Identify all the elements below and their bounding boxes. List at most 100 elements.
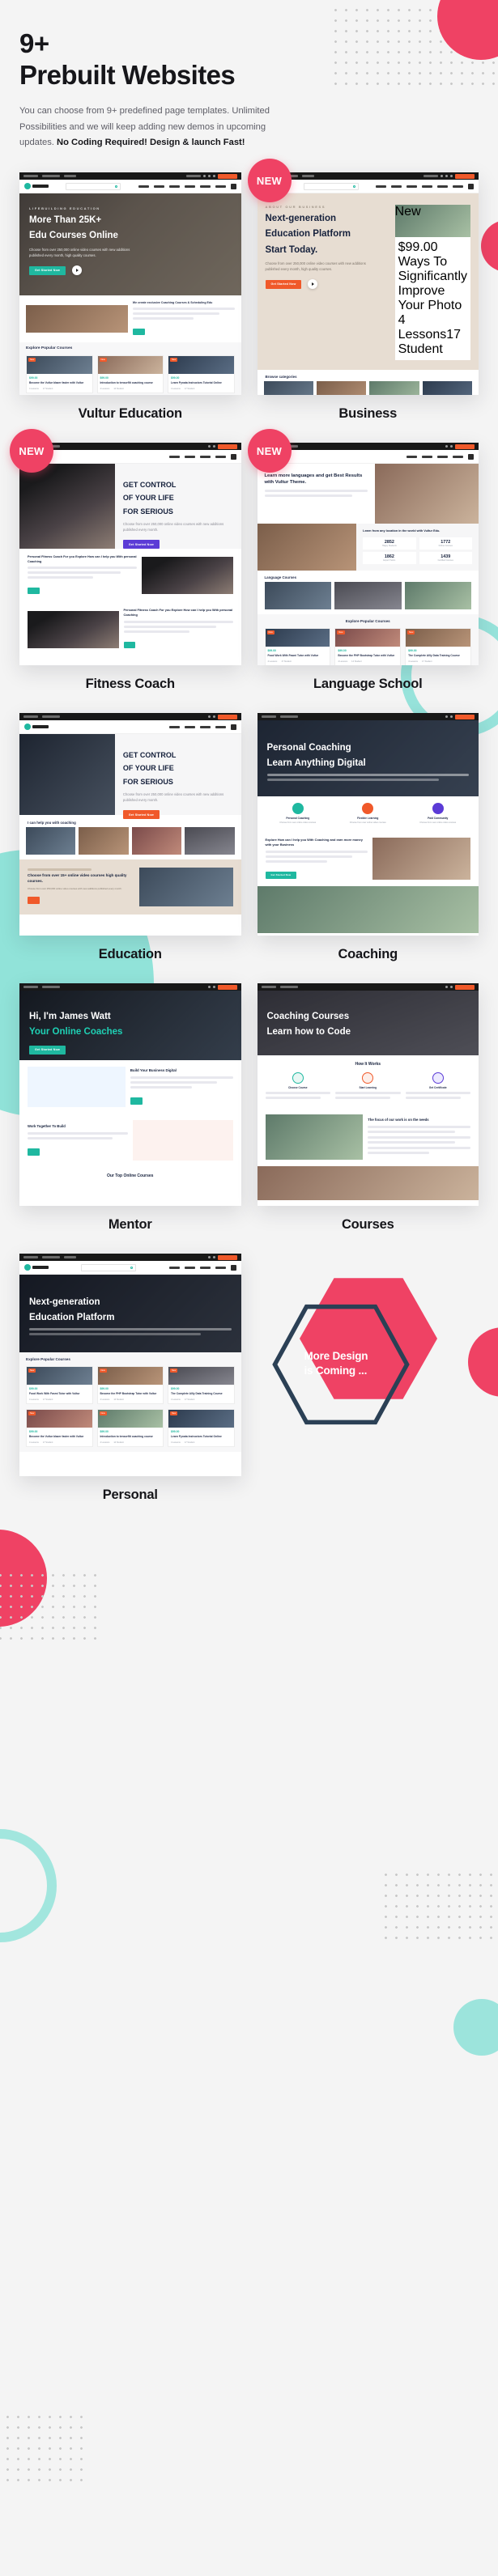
site-search-input[interactable] xyxy=(81,1263,137,1271)
hero-subtitle: Choose from over 250,000 online video co… xyxy=(122,791,224,802)
band-title: Explore How can I help you With Coaching… xyxy=(265,838,363,847)
band-cta-button[interactable]: Get Started Now xyxy=(265,871,297,879)
site-nav xyxy=(19,1261,241,1275)
course-card[interactable]: New $99.00 The Complete Allly Data Train… xyxy=(168,1366,235,1404)
coming-soon-cell: More Design is Coming ... xyxy=(258,1254,479,1503)
course-lessons: 4 Lessons xyxy=(267,660,278,663)
course-title: Become the PHP Bootstrap Tutor with Vult… xyxy=(100,1392,157,1396)
play-icon[interactable] xyxy=(71,265,82,276)
demo-preview[interactable]: Personal Coaching Learn Anything Digital… xyxy=(257,713,479,936)
coaching-image[interactable] xyxy=(26,827,76,855)
section-title: Explore Popular Courses xyxy=(26,1357,70,1362)
course-card[interactable]: New $99.00 Become the PHP Bootstrap Tuto… xyxy=(96,1366,164,1404)
course-title: Food Work With Fasmi Tutor with Vultur xyxy=(29,1392,80,1396)
hero-title-line2: Education Platform xyxy=(29,1313,115,1323)
course-students: 14 Student xyxy=(113,1398,124,1401)
cart-icon xyxy=(230,183,236,189)
coming-soon-text: More Design is Coming ... xyxy=(304,1349,418,1378)
course-lessons: 4 Lessons xyxy=(29,1398,39,1401)
coaching-image[interactable] xyxy=(79,827,129,855)
language-image[interactable] xyxy=(264,582,331,610)
description-highlight: No Coding Required! Design & launch Fast… xyxy=(57,138,245,148)
demo-preview[interactable]: GET CONTROL OF YOUR LIFE FOR SERIOUS Cho… xyxy=(19,443,241,666)
hero-cta-button[interactable]: Get Started Now xyxy=(29,265,66,275)
course-card[interactable]: New $99.00 Learn Pynata Instructors Tuto… xyxy=(168,1408,235,1447)
hero-title-line1: More Than 25K+ xyxy=(29,215,102,226)
coaching-image[interactable] xyxy=(131,827,182,855)
band-title: I can help you with coaching xyxy=(28,821,76,825)
course-card[interactable]: New $99.00 Learn Pynata Instructors Tuto… xyxy=(168,355,235,394)
demo-item-education[interactable]: GET CONTROL OF YOUR LIFE FOR SERIOUS Cho… xyxy=(19,713,241,962)
course-card[interactable]: New $99.00 Become the PHP Bootstrap Tuto… xyxy=(334,628,402,666)
course-card[interactable]: New $99.00 Become the Vultur blazer fast… xyxy=(26,1408,93,1447)
course-card[interactable]: New $99.00 The Complete Allly Data Train… xyxy=(405,628,471,666)
featured-course-card[interactable]: New $99.00 Ways To Significantly Improve… xyxy=(394,205,470,361)
section-title: Language Courses xyxy=(264,575,297,580)
site-search-input[interactable] xyxy=(303,182,359,190)
hero-title-line1: GET CONTROL xyxy=(122,481,177,490)
demo-item-language-school[interactable]: NEW Learn more languages and get Best Re… xyxy=(247,429,479,692)
hero-cta-button[interactable]: Get Started Now xyxy=(122,810,160,820)
site-topbar xyxy=(257,983,479,991)
step-title: Get Certificate xyxy=(428,1086,447,1090)
demo-preview[interactable]: Learn more languages and get Best Result… xyxy=(257,443,479,666)
course-students: 17 Student xyxy=(42,1441,53,1444)
category-image[interactable] xyxy=(316,381,367,396)
build-band: Build Your Business Digital xyxy=(19,1060,241,1114)
hero-cta-button[interactable]: Get Started Now xyxy=(29,1045,66,1055)
play-icon[interactable] xyxy=(308,279,318,290)
demo-preview[interactable]: LIFEBUILDING EDUCATION More Than 25K+ Ed… xyxy=(19,172,241,396)
hero-title: Learn more languages and get Best Result… xyxy=(264,473,363,485)
section-title-2: Explore Popular Courses xyxy=(345,619,390,624)
site-topbar xyxy=(257,713,479,721)
category-image[interactable] xyxy=(263,381,313,396)
category-image[interactable] xyxy=(422,381,472,396)
course-title: Learn Pynata Instructors Tutorial Online xyxy=(171,381,222,385)
course-card[interactable]: New $99.00 Introduction to tensorflit co… xyxy=(96,1408,164,1447)
demo-item-fitness-coach[interactable]: NEW GET CONTROL OF YOUR LIFE FOR SERIOUS… xyxy=(10,429,241,692)
site-menu xyxy=(406,453,474,460)
demo-preview[interactable]: Coaching Courses Learn how to Code How I… xyxy=(257,983,479,1207)
course-students: 17 Student xyxy=(421,660,432,663)
course-title: Introduction to tensorflit coaching cour… xyxy=(100,1434,153,1438)
category-image[interactable] xyxy=(369,381,419,396)
demo-preview[interactable]: Hi, I'm James Watt Your Online Coaches G… xyxy=(19,983,241,1207)
site-search-input[interactable] xyxy=(66,182,121,190)
course-students: 14 Student xyxy=(113,1441,124,1444)
cart-icon xyxy=(230,724,236,730)
dot-pattern-left xyxy=(0,1570,100,1643)
coaching-image[interactable] xyxy=(185,827,235,855)
dot-pattern-bottom-left xyxy=(0,2412,89,2485)
demo-grid: LIFEBUILDING EDUCATION More Than 25K+ Ed… xyxy=(0,159,498,1503)
stat-label: Happy Students xyxy=(381,544,397,547)
section-title: How It Works xyxy=(355,1062,381,1067)
hero-banner: GET CONTROL OF YOUR LIFE FOR SERIOUS Cho… xyxy=(19,464,241,550)
demo-label: Mentor xyxy=(108,1217,152,1233)
hero-title-line3: FOR SERIOUS xyxy=(122,507,173,516)
hero-cta-button[interactable]: Get Started Now xyxy=(122,540,160,550)
feature-desc: Choose from over online video courses xyxy=(419,821,457,825)
promo-band: Choose from over 15+ online video course… xyxy=(19,859,241,915)
demo-label: Coaching xyxy=(338,947,398,962)
demo-preview[interactable]: ABOUT OUR BUSINESS Next-generation Educa… xyxy=(257,172,479,396)
description-line-1: You can choose from 9+ predefined page t… xyxy=(19,106,270,117)
course-card[interactable]: New $99.00 Food Work With Fasmi Tutor wi… xyxy=(264,628,331,666)
demo-preview[interactable]: Next-generation Education Platform Explo… xyxy=(19,1254,241,1477)
cart-icon xyxy=(468,453,474,460)
demo-preview[interactable]: GET CONTROL OF YOUR LIFE FOR SERIOUS Cho… xyxy=(19,713,241,936)
hero-title-line2: Learn Anything Digital xyxy=(266,758,366,769)
hero-cta-button[interactable]: Get Started Now xyxy=(265,279,302,289)
stats-band: Learn from any location in the world wit… xyxy=(257,524,479,571)
demo-item-vultur-education[interactable]: LIFEBUILDING EDUCATION More Than 25K+ Ed… xyxy=(19,172,241,422)
demo-item-courses[interactable]: Coaching Courses Learn how to Code How I… xyxy=(257,983,479,1233)
course-card[interactable]: New $99.00 Food Work With Fasmi Tutor wi… xyxy=(26,1366,93,1404)
course-card[interactable]: New $99.00 Become the Vultur blazer fast… xyxy=(26,355,93,394)
demo-item-mentor[interactable]: Hi, I'm James Watt Your Online Coaches G… xyxy=(19,983,241,1233)
course-card[interactable]: New $99.00 Introduction to tensorflit co… xyxy=(96,355,164,394)
demo-item-personal[interactable]: Next-generation Education Platform Explo… xyxy=(19,1254,241,1503)
language-image[interactable] xyxy=(334,582,402,610)
demo-item-business[interactable]: NEW ABOUT OUR BUSINESS Next-generation E… xyxy=(247,159,479,422)
hero-title-line2: OF YOUR LIFE xyxy=(122,494,174,503)
language-image[interactable] xyxy=(404,582,471,610)
demo-item-coaching[interactable]: Personal Coaching Learn Anything Digital… xyxy=(257,713,479,962)
